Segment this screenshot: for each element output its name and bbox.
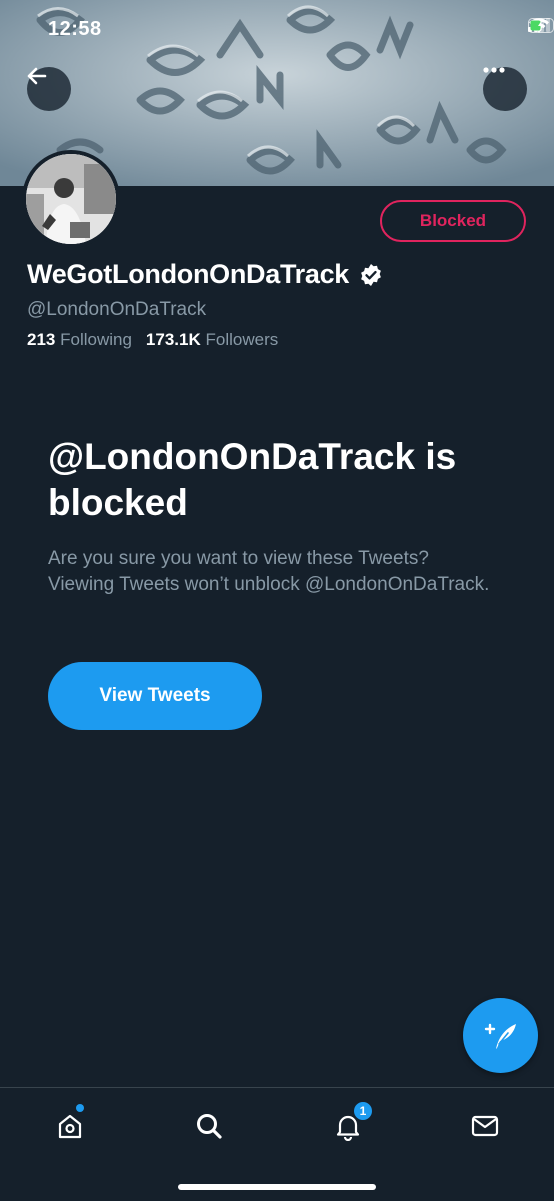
home-indicator[interactable] — [178, 1184, 376, 1190]
followers-link[interactable]: 173.1K Followers — [146, 330, 278, 350]
tab-notifications[interactable]: 1 — [328, 1100, 374, 1146]
blocked-notice-title: @LondonOnDaTrack is blocked — [48, 436, 457, 523]
follow-counts: 213 Following 173.1K Followers — [27, 330, 278, 350]
blocked-button[interactable]: Blocked — [380, 200, 526, 242]
blocked-notice-description: Are you sure you want to view these Twee… — [48, 548, 490, 595]
following-label: Following — [60, 330, 132, 349]
following-link[interactable]: 213 Following — [27, 330, 132, 350]
tab-home[interactable] — [50, 1104, 90, 1146]
following-count: 213 — [27, 330, 56, 349]
more-options-button[interactable] — [483, 67, 527, 111]
search-icon — [197, 1114, 222, 1139]
home-new-content-dot — [76, 1104, 84, 1112]
compose-tweet-button[interactable] — [463, 998, 538, 1073]
envelope-icon — [471, 1115, 499, 1137]
compose-feather-icon — [484, 1023, 516, 1049]
display-name: WeGotLondonOnDaTrack — [27, 259, 350, 289]
battery-charging-icon — [528, 18, 554, 33]
tab-messages[interactable] — [465, 1106, 505, 1146]
status-bar: 12:58 — [0, 0, 554, 62]
view-tweets-button[interactable]: View Tweets — [48, 662, 262, 730]
avatar-photo — [26, 154, 116, 244]
followers-count: 173.1K — [145, 330, 201, 349]
status-time: 12:58 — [48, 18, 102, 40]
notifications-badge: 1 — [352, 1100, 374, 1122]
followers-label: Followers — [205, 330, 279, 349]
arrow-left-icon — [27, 67, 47, 85]
home-icon — [58, 1114, 82, 1139]
profile-display-name-row: WeGotLondonOnDaTrack — [27, 259, 383, 290]
profile-avatar[interactable] — [22, 150, 120, 248]
back-button[interactable] — [27, 67, 71, 111]
tab-search[interactable] — [189, 1106, 229, 1146]
profile-handle: @LondonOnDaTrack — [27, 299, 207, 320]
more-horizontal-icon — [483, 67, 505, 73]
verified-badge-icon — [361, 263, 381, 286]
